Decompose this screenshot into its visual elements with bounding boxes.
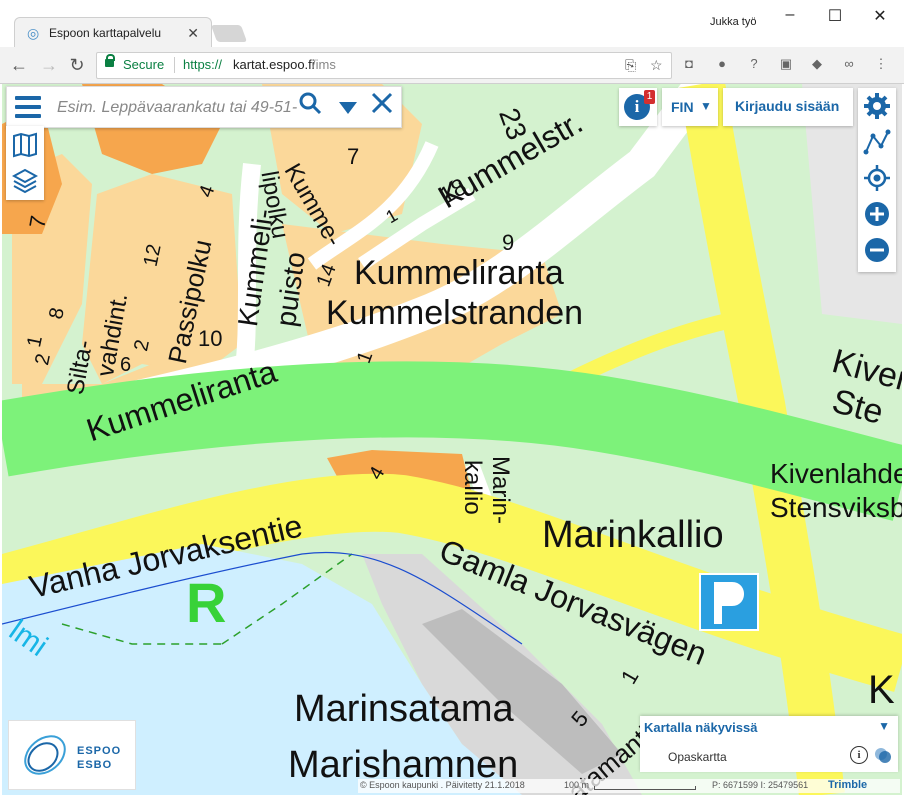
map-label-number: 2 (31, 351, 55, 368)
map-label-area: Marinkallio (542, 514, 724, 556)
visible-layers-panel: Kartalla näkyvissä ▼ Opaskartta i (640, 716, 898, 772)
extension-window-icon[interactable]: ▣ (777, 55, 795, 73)
layer-item-label: Opaskartta (668, 750, 727, 764)
map-label-water: lmi (3, 614, 54, 664)
url-scheme: https:// (183, 57, 223, 72)
layer-info-icon[interactable]: i (850, 746, 868, 764)
browser-tab[interactable]: ◎ Espoon karttapalvelu ✕ (14, 17, 212, 48)
map-label-street: Marin- (487, 456, 514, 525)
map-label-area: Marinsatama (294, 688, 514, 730)
map-label-number: 7 (347, 144, 360, 169)
login-button[interactable]: Kirjaudu sisään (723, 88, 853, 126)
back-icon[interactable]: ← (8, 55, 30, 76)
clear-search-icon[interactable] (367, 91, 397, 123)
language-selector[interactable]: FIN ▼ (662, 88, 718, 126)
map-label-number: 12 (139, 242, 166, 269)
collapse-chevron-icon[interactable]: ▼ (878, 719, 890, 733)
menu-icon[interactable] (15, 96, 41, 118)
new-tab-button[interactable] (210, 25, 248, 42)
search-input[interactable] (55, 95, 299, 121)
map-tools (858, 88, 896, 272)
map-label-number: 8 (45, 305, 69, 322)
map-label-street: kallio (459, 460, 486, 515)
url-host: kartat.espoo.fi (233, 57, 315, 72)
map-label-number: 1 (352, 348, 378, 367)
info-button[interactable]: i 1 (619, 88, 657, 126)
close-window-icon[interactable]: ✕ (865, 6, 895, 26)
visible-layers-title[interactable]: Kartalla näkyvissä (644, 720, 757, 735)
zoom-in-icon[interactable] (862, 200, 892, 230)
login-label: Kirjaudu sisään (735, 98, 840, 114)
profile-name[interactable]: Jukka työ (710, 16, 756, 28)
browser-titlebar: ◎ Espoon karttapalvelu ✕ Jukka työ – ☐ ✕ (0, 0, 904, 48)
espoo-favicon-icon: ◎ (27, 25, 40, 41)
browser-toolbar: ← → ↻ Secure https:// kartat.espoo.fi /i… (0, 47, 904, 84)
coordinates-text: P: 6671599 I: 25479561 (712, 780, 809, 790)
address-bar[interactable]: Secure https:// kartat.espoo.fi /ims ⎘ ☆ (96, 52, 672, 79)
chevron-down-icon: ▼ (700, 99, 712, 113)
espoo-logo-mark (24, 735, 66, 775)
language-label: FIN (671, 99, 694, 115)
map-label-number: 1 (615, 665, 644, 689)
lock-icon (105, 54, 115, 67)
map-label-street: puisto (270, 250, 312, 329)
map-label-area: Kummeliranta (354, 254, 564, 292)
secure-label: Secure (123, 57, 165, 72)
map-labels: Kummelstr. 23 7 18 9 1 4 Kummeli- puisto… (2, 84, 902, 795)
url-path: /ims (312, 57, 336, 72)
copyright-text: © Espoon kaupunki . Päivitetty 21.1.2018 (360, 780, 525, 790)
bookmark-star-icon[interactable]: ☆ (650, 57, 663, 74)
forward-icon[interactable]: → (38, 55, 60, 76)
espoo-logo: ESPOO ESBO (8, 720, 136, 790)
chevron-down-icon[interactable] (333, 91, 363, 123)
map-label-number: 2 (130, 337, 154, 354)
tab-title: Espoon karttapalvelu (49, 26, 162, 40)
map-label-number: 5 (566, 705, 594, 732)
map-label-number: 1 (23, 333, 47, 350)
scale-bar (594, 786, 696, 790)
map-label-number: 4 (364, 462, 390, 484)
search-icon[interactable] (295, 91, 325, 123)
measure-icon[interactable] (862, 128, 892, 158)
chrome-menu-icon[interactable]: ⋮ (872, 55, 890, 73)
map-canvas[interactable]: Kummelstr. 23 7 18 9 1 4 Kummeli- puisto… (2, 84, 902, 795)
map-label-number: 1 (382, 204, 402, 228)
logo-text-esbo: ESBO (77, 759, 113, 771)
layer-opacity-icon[interactable] (874, 746, 892, 764)
extension-help-icon[interactable]: ? (745, 55, 763, 73)
map-label-area: Kummelstranden (326, 294, 584, 332)
reload-icon[interactable]: ↻ (66, 55, 88, 76)
info-badge: 1 (644, 90, 655, 104)
map-label-zone: R (186, 571, 227, 634)
maximize-icon[interactable]: ☐ (820, 6, 850, 26)
map-view-icon[interactable] (12, 132, 38, 163)
trimble-logo-text: Trimble (828, 779, 868, 791)
settings-gear-icon[interactable] (862, 92, 892, 122)
extension-ab-icon[interactable]: ∞ (840, 55, 858, 73)
layers-icon[interactable] (11, 168, 39, 199)
close-tab-icon[interactable]: ✕ (187, 25, 199, 42)
extension-account-icon[interactable]: ● (713, 55, 731, 73)
logo-text-espoo: ESPOO (77, 745, 122, 757)
map-label-area: Stensviksb (770, 492, 902, 523)
map-label-number: 9 (502, 230, 515, 255)
map-label-area: Kivenlahde (770, 458, 902, 489)
extension-pocket-icon[interactable]: ◘ (680, 55, 698, 73)
map-label-number: 4 (194, 182, 220, 201)
zoom-out-icon[interactable] (862, 236, 892, 266)
map-label-street: Vanha Jorvaksentie (26, 507, 306, 606)
map-label-number: 10 (198, 326, 223, 351)
search-bar (6, 86, 402, 128)
minimize-icon[interactable]: – (775, 6, 805, 24)
extension-diamond-icon[interactable]: ◆ (808, 55, 826, 73)
locate-me-icon[interactable] (862, 164, 892, 194)
address-separator (174, 57, 175, 73)
map-footer: © Espoon kaupunki . Päivitetty 21.1.2018… (358, 779, 900, 793)
map-label-area: K (868, 668, 895, 712)
scale-label: 100 m (564, 780, 590, 790)
translate-icon[interactable]: ⎘ (625, 57, 636, 74)
left-toolbar (6, 126, 44, 200)
map-label-number: 14 (312, 261, 341, 290)
map-label-number: 7 (24, 213, 52, 231)
